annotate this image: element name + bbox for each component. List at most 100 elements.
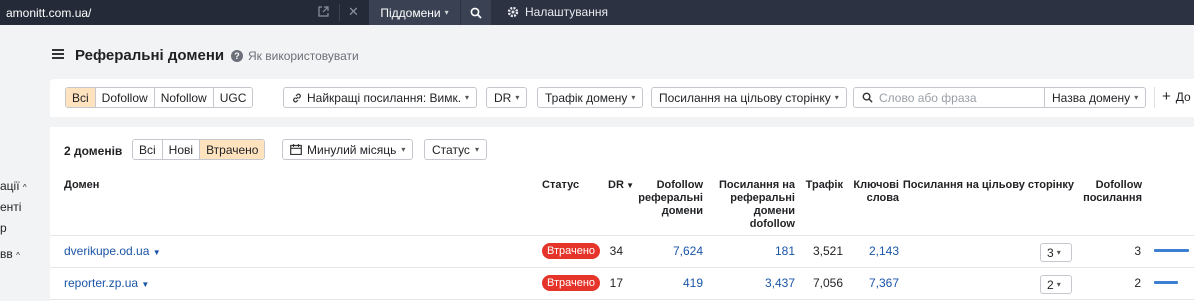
- link-type-dofollow[interactable]: Dofollow: [95, 88, 155, 107]
- column-target-links[interactable]: Посилання на цільову сторінку: [902, 179, 1074, 192]
- subdomain-label: Піддомени: [380, 5, 441, 20]
- column-keywords[interactable]: Ключові слова: [849, 179, 899, 205]
- settings-label: Налаштування: [525, 5, 608, 19]
- link-type-nofollow[interactable]: Nofollow: [154, 88, 214, 107]
- sidebar-item-1[interactable]: ації ^: [0, 179, 27, 193]
- traffic-value: 3,521: [812, 244, 843, 258]
- row-divider: [50, 235, 1194, 236]
- column-traffic[interactable]: Трафік: [795, 179, 843, 192]
- best-links-label: Найкращі посилання: Вимк.: [307, 90, 462, 105]
- plus-icon: +: [1162, 88, 1171, 105]
- search-icon: [862, 92, 873, 103]
- search-placeholder: Слово або фраза: [879, 90, 977, 105]
- status-badge: Втрачено: [542, 275, 601, 291]
- sidebar-item-2[interactable]: енті: [0, 200, 21, 214]
- status-filter[interactable]: Статус ▾: [424, 139, 487, 160]
- row-divider: [50, 267, 1194, 268]
- tab-new[interactable]: Нові: [162, 140, 201, 159]
- chevron-down-icon: ▾: [631, 93, 636, 102]
- chevron-down-icon: ▾: [444, 8, 449, 17]
- link-icon: [293, 93, 301, 102]
- results-table: 2 доменів Всі Нові Втрачено Минулий міся…: [50, 127, 1194, 301]
- dofollow-ref-value[interactable]: 419: [633, 276, 703, 290]
- dofollow-links-value: 2: [1134, 276, 1141, 290]
- history-bar: [1154, 281, 1178, 284]
- link-type-ugc[interactable]: UGC: [213, 88, 253, 107]
- tab-all[interactable]: Всі: [133, 140, 163, 159]
- divider: [1154, 87, 1155, 108]
- dr-filter-label: DR: [494, 90, 512, 105]
- target-links-select[interactable]: 3 ▾: [1040, 243, 1072, 262]
- chevron-down-icon: ▾: [1056, 248, 1061, 257]
- question-icon: ?: [231, 50, 243, 62]
- period-label: Минулий місяць: [307, 142, 397, 157]
- keywords-value[interactable]: 2,143: [849, 244, 899, 258]
- chevron-down-icon: ▾: [465, 93, 470, 102]
- status-badge: Втрачено: [542, 243, 601, 259]
- column-links-to-ref-domains[interactable]: Посилання на реферальні домени dofollow: [705, 179, 795, 231]
- search-mode-label: Назва домену: [1052, 90, 1131, 105]
- chevron-down-icon: ▾: [401, 145, 406, 154]
- target-links-select[interactable]: 2 ▾: [1040, 275, 1072, 294]
- search-button[interactable]: [461, 0, 491, 25]
- traffic-filter[interactable]: Трафік домену ▾: [537, 87, 644, 108]
- chevron-down-icon: ▾: [474, 145, 479, 154]
- page-title: Реферальні домени: [75, 47, 225, 64]
- calendar-icon: [290, 144, 302, 155]
- search-mode-select[interactable]: Назва домену ▾: [1044, 87, 1146, 108]
- subdomain-dropdown[interactable]: Піддомени ▾: [369, 0, 460, 25]
- url-input-box[interactable]: amonitt.com.ua/ ✕: [0, 0, 369, 25]
- status-filter-label: Статус: [432, 142, 470, 157]
- chevron-down-icon: ▾: [834, 93, 839, 102]
- dofollow-ref-value[interactable]: 7,624: [633, 244, 703, 258]
- add-filter-label: До: [1175, 90, 1191, 104]
- url-divider: [339, 4, 340, 21]
- results-count: 2 доменів: [64, 144, 123, 158]
- dr-value: 17: [609, 276, 623, 290]
- url-input[interactable]: amonitt.com.ua/: [6, 6, 91, 20]
- target-links-filter-label: Посилання на цільову сторінку: [659, 90, 831, 105]
- page-header: Реферальні домени ? Як використовувати: [40, 25, 1194, 80]
- links-value[interactable]: 3,437: [725, 276, 795, 290]
- domain-link[interactable]: dverikupe.od.ua ▼: [64, 244, 161, 258]
- close-icon[interactable]: ✕: [348, 4, 359, 20]
- column-dofollow-links[interactable]: Dofollow посилання: [1070, 179, 1142, 205]
- search-icon: [470, 7, 482, 19]
- status-tabs: Всі Нові Втрачено: [132, 139, 266, 160]
- column-status[interactable]: Статус: [542, 179, 579, 192]
- search-input[interactable]: Слово або фраза: [853, 87, 1045, 108]
- filter-panel: Всі Dofollow Nofollow UGC Найкращі посил…: [50, 79, 1194, 117]
- help-link[interactable]: ? Як використовувати: [231, 49, 359, 63]
- dr-value: 34: [609, 244, 623, 258]
- history-bar: [1154, 249, 1189, 252]
- chevron-down-icon: ▾: [1056, 280, 1061, 289]
- period-select[interactable]: Минулий місяць ▾: [282, 139, 414, 160]
- sidebar-item-4[interactable]: вв ^: [0, 247, 20, 261]
- traffic-filter-label: Трафік домену: [545, 90, 628, 105]
- tab-lost[interactable]: Втрачено: [200, 140, 265, 159]
- links-value[interactable]: 181: [725, 244, 795, 258]
- row-divider: [50, 299, 1194, 300]
- external-link-icon[interactable]: [318, 6, 329, 17]
- dofollow-links-value: 3: [1134, 244, 1141, 258]
- best-links-filter[interactable]: Найкращі посилання: Вимк. ▾: [283, 87, 478, 108]
- sidebar: ації ^ енті р вв ^: [0, 25, 40, 301]
- sidebar-item-3[interactable]: р: [0, 221, 7, 235]
- target-links-filter[interactable]: Посилання на цільову сторінку ▾: [651, 87, 847, 108]
- keywords-value[interactable]: 7,367: [849, 276, 899, 290]
- column-domain[interactable]: Домен: [64, 179, 99, 192]
- menu-icon[interactable]: [52, 49, 64, 59]
- chevron-down-icon: ▾: [515, 93, 520, 102]
- settings-button[interactable]: Налаштування: [507, 5, 608, 19]
- link-type-filter: Всі Dofollow Nofollow UGC: [65, 87, 254, 108]
- domain-link[interactable]: reporter.zp.ua ▼: [64, 276, 149, 290]
- add-filter-button[interactable]: + До: [1162, 88, 1191, 105]
- dr-filter[interactable]: DR ▾: [486, 87, 528, 108]
- gear-icon: [507, 6, 519, 18]
- link-type-all[interactable]: Всі: [66, 88, 96, 107]
- column-dofollow-ref-domains[interactable]: Dofollow реферальні домени: [623, 179, 703, 218]
- traffic-value: 7,056: [812, 276, 843, 290]
- help-label: Як використовувати: [248, 49, 359, 63]
- chevron-down-icon: ▾: [1134, 93, 1139, 102]
- top-bar: amonitt.com.ua/ ✕ Піддомени ▾ Налаштуван…: [0, 0, 1194, 25]
